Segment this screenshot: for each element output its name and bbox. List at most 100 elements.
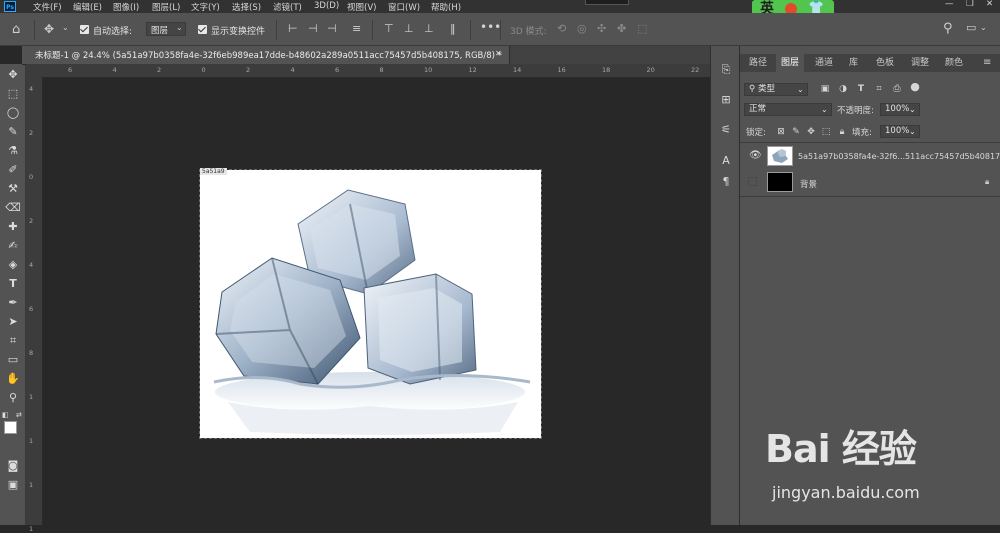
history-panel-icon[interactable]: ⎘ [718, 62, 734, 78]
visibility-toggle[interactable] [748, 177, 757, 186]
layer-name[interactable]: 背景 [800, 178, 817, 190]
menu-window[interactable]: 窗口(W) [388, 1, 420, 13]
chevron-down-icon[interactable]: ⌄ [62, 23, 69, 32]
crop-tool-icon[interactable]: ⌗ [4, 333, 22, 349]
lock-pixels-icon[interactable]: ✎ [791, 127, 801, 137]
document-canvas[interactable] [199, 169, 542, 439]
tab-color[interactable]: 颜色 [940, 54, 968, 72]
align-bottom-icon[interactable]: ⊥ [424, 22, 434, 35]
move-tool-icon[interactable]: ✥ [4, 67, 22, 83]
ice-cubes-image [213, 189, 531, 435]
healing-tool-icon[interactable]: ✚ [4, 219, 22, 235]
history-brush-tool-icon[interactable]: ✍ [4, 238, 22, 254]
rectangle-tool-icon[interactable]: ▭ [4, 352, 22, 368]
align-right-icon[interactable]: ⊣ [327, 22, 337, 35]
fill-input[interactable]: 100% ⌄ [880, 125, 920, 138]
chevron-down-icon[interactable]: ⌄ [980, 23, 987, 32]
type-tool-icon[interactable]: T [4, 276, 22, 292]
show-transform-checkbox[interactable] [198, 25, 207, 34]
layer-name[interactable]: 5a51a97b0358fa4e-32f6...511acc75457d5b40… [798, 152, 1000, 161]
tab-adjustments[interactable]: 调整 [906, 54, 934, 72]
foreground-color-swatch[interactable] [4, 421, 17, 434]
quick-select-tool-icon[interactable]: ✎ [4, 124, 22, 140]
move-tool-icon[interactable]: ✥ [44, 22, 54, 36]
panel-menu-icon[interactable]: ≡ [983, 57, 991, 68]
tab-channels[interactable]: 通道 [810, 54, 838, 72]
distribute-v-icon[interactable]: ‖ [450, 22, 456, 35]
menu-filter[interactable]: 滤镜(T) [273, 1, 302, 13]
menu-help[interactable]: 帮助(H) [431, 1, 461, 13]
align-top-icon[interactable]: ⊤ [384, 22, 394, 35]
layer-row[interactable]: 背景 🔒︎ [740, 170, 1000, 195]
quick-mask-icon[interactable]: ◙ [4, 458, 22, 474]
filter-smart-object-icon[interactable]: ⎙ [892, 84, 902, 94]
brush-tool-icon[interactable]: ✐ [4, 162, 22, 178]
align-middle-v-icon[interactable]: ⊥ [404, 22, 414, 35]
menu-layer[interactable]: 图层(L) [152, 1, 180, 13]
screen-mode-icon[interactable]: ▣ [4, 477, 22, 493]
ruler-tick-label: 6 [29, 305, 34, 313]
more-options-icon[interactable]: ••• [480, 20, 501, 34]
3d-roll-icon[interactable]: ◎ [577, 22, 587, 35]
filter-type-icon[interactable]: T [856, 84, 866, 94]
close-tab-icon[interactable]: ✕ [495, 49, 502, 58]
adjustments-panel-icon[interactable]: ⚟ [718, 122, 734, 138]
filter-toggle-icon[interactable]: ● [910, 81, 920, 92]
align-left-icon[interactable]: ⊢ [288, 22, 298, 35]
properties-panel-icon[interactable]: ⊞ [718, 92, 734, 108]
lock-all-icon[interactable]: 🔒︎ [837, 127, 847, 137]
document-tab[interactable]: 未标题-1 @ 24.4% (5a51a97b0358fa4e-32f6eb98… [22, 46, 510, 64]
menu-image[interactable]: 图像(I) [113, 1, 139, 13]
3d-slide-icon[interactable]: ✤ [617, 22, 626, 35]
menu-select[interactable]: 选择(S) [232, 1, 261, 13]
tab-layers[interactable]: 图层 [776, 54, 805, 72]
auto-select-checkbox[interactable] [80, 25, 89, 34]
swap-colors-icon[interactable]: ⇄ [16, 411, 24, 419]
eye-icon[interactable]: 👁︎ [749, 150, 762, 161]
3d-scale-icon[interactable]: ⬚ [637, 22, 647, 35]
filter-adjustment-icon[interactable]: ◑ [838, 84, 848, 94]
close-window-icon[interactable]: ✕ [986, 0, 993, 9]
zoom-tool-icon[interactable]: ⚲ [4, 390, 22, 406]
menu-view[interactable]: 视图(V) [347, 1, 376, 13]
home-icon[interactable]: ⌂ [12, 22, 20, 37]
paragraph-panel-icon[interactable]: ¶ [718, 174, 734, 190]
pen-tool-icon[interactable]: ✒ [4, 295, 22, 311]
filter-shape-icon[interactable]: ⌗ [874, 84, 884, 94]
filter-pixel-icon[interactable]: ▣ [820, 84, 830, 94]
auto-select-target-dropdown[interactable]: 图层 ⌄ [146, 22, 186, 36]
hand-tool-icon[interactable]: ✋ [4, 371, 22, 387]
ruler-tick-label: 4 [290, 66, 295, 74]
align-center-h-icon[interactable]: ⊣ [308, 22, 318, 35]
lock-artboard-icon[interactable]: ⬚ [821, 127, 831, 137]
distribute-h-icon[interactable]: ≡ [352, 22, 361, 35]
character-panel-icon[interactable]: A [718, 153, 734, 169]
3d-pan-icon[interactable]: ✣ [597, 22, 606, 35]
menu-3d[interactable]: 3D(D) [314, 1, 339, 11]
marquee-tool-icon[interactable]: ⬚ [4, 86, 22, 102]
minimize-icon[interactable]: — [945, 0, 954, 9]
opacity-input[interactable]: 100% ⌄ [880, 103, 920, 116]
clone-stamp-tool-icon[interactable]: ⚒ [4, 181, 22, 197]
lock-transparent-icon[interactable]: ⊠ [776, 127, 786, 137]
search-icon[interactable]: ⚲ [943, 21, 953, 36]
menu-edit[interactable]: 编辑(E) [73, 1, 102, 13]
default-colors-icon[interactable]: ◧ [2, 411, 10, 419]
blend-mode-dropdown[interactable]: 正常 ⌄ [744, 103, 832, 116]
restore-icon[interactable]: ❐ [966, 0, 974, 9]
tab-swatches[interactable]: 色板 [871, 54, 899, 72]
tab-paths[interactable]: 路径 [744, 54, 772, 72]
lock-position-icon[interactable]: ✥ [806, 127, 816, 137]
workspace-icon[interactable]: ▭ [966, 21, 976, 34]
paint-bucket-tool-icon[interactable]: ◈ [4, 257, 22, 273]
3d-orbit-icon[interactable]: ⟲ [557, 22, 566, 35]
tab-libraries[interactable]: 库 [844, 54, 863, 72]
menu-type[interactable]: 文字(Y) [191, 1, 220, 13]
menu-file[interactable]: 文件(F) [33, 1, 62, 13]
eraser-tool-icon[interactable]: ⌫ [4, 200, 22, 216]
path-select-tool-icon[interactable]: ➤ [4, 314, 22, 330]
layer-filter-dropdown[interactable]: ⚲ 类型 ⌄ [744, 83, 808, 96]
lasso-tool-icon[interactable]: ◯ [4, 105, 22, 121]
eyedropper-tool-icon[interactable]: ⚗ [4, 143, 22, 159]
layer-row[interactable]: 👁︎ 5a51a97b0358fa4e-32f6...511acc75457d5… [740, 144, 1000, 169]
